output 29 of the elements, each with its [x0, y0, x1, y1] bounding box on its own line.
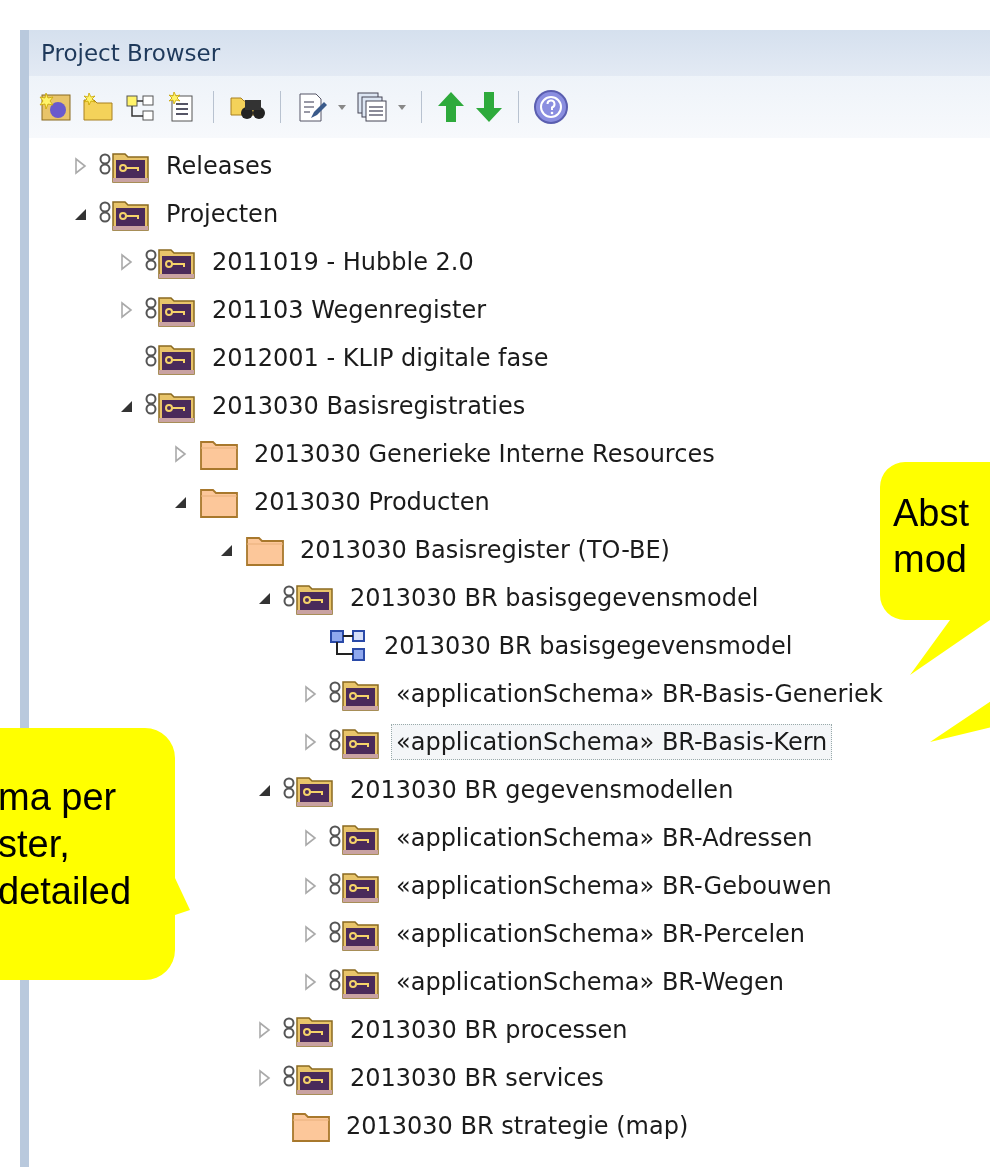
tree-item[interactable]: 2013030 BR basisgegevensmodel — [379, 628, 798, 664]
windows-icon[interactable] — [355, 90, 389, 124]
callout-text: Abst mod — [893, 491, 970, 582]
tree-item[interactable]: 2013030 BR strategie (map) — [341, 1108, 694, 1144]
tree-item[interactable]: «applicationSchema» BR-Percelen — [391, 916, 811, 952]
tree-item[interactable]: 2013030 Generieke Interne Resources — [249, 436, 720, 472]
tree-item[interactable]: Projecten — [161, 196, 284, 232]
new-folder-icon[interactable] — [81, 90, 115, 124]
tree-item[interactable]: 2013030 Producten — [249, 484, 495, 520]
tree-item[interactable]: 2013030 BR basisgegevensmodel — [345, 580, 764, 616]
help-icon[interactable] — [533, 89, 569, 125]
tree-item[interactable]: «applicationSchema» BR-Gebouwen — [391, 868, 837, 904]
tree-item[interactable]: 2013030 BR gegevensmodellen — [345, 772, 739, 808]
tree-item[interactable]: 2012001 - KLIP digitale fase — [207, 340, 554, 376]
tree-item[interactable]: 2013030 Basisregister (TO-BE) — [295, 532, 675, 568]
tree-item[interactable]: «applicationSchema» BR-Basis-Kern — [391, 724, 833, 760]
tree-item[interactable]: «applicationSchema» BR-Adressen — [391, 820, 818, 856]
tree-item[interactable]: 2011019 - Hubble 2.0 — [207, 244, 479, 280]
tree-item[interactable]: «applicationSchema» BR-Wegen — [391, 964, 790, 1000]
new-model-icon[interactable] — [39, 90, 73, 124]
tree-item[interactable]: 2013030 BR processen — [345, 1012, 633, 1048]
panel-title: Project Browser — [41, 40, 221, 66]
down-arrow-icon[interactable] — [474, 90, 504, 124]
tree-item[interactable]: 201103 Wegenregister — [207, 292, 492, 328]
tree-item[interactable]: «applicationSchema» BR-Basis-Generiek — [391, 676, 888, 712]
tree-item[interactable]: 2013030 Basisregistraties — [207, 388, 531, 424]
tree-item[interactable]: 2013030 BR services — [345, 1060, 609, 1096]
up-arrow-icon[interactable] — [436, 90, 466, 124]
tree-item[interactable]: Releases — [161, 148, 278, 184]
